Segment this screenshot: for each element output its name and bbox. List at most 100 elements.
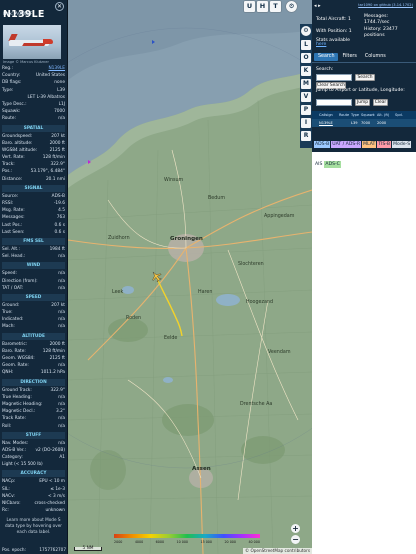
toolbar-button-m[interactable]: M (301, 79, 311, 89)
aircraft-photo[interactable] (3, 25, 61, 59)
detail-value: n/a (58, 416, 65, 422)
map-button-t[interactable]: T (270, 1, 281, 12)
detail-value: n/a (58, 423, 65, 429)
column-header[interactable]: Spd. (394, 113, 406, 117)
detail-key: Category: (2, 455, 23, 461)
aircraft-info-panel: N139LE ✕ Hex: A0909F Image © Marcus Klut… (0, 0, 68, 554)
stats-link[interactable]: here (316, 42, 326, 47)
detail-key: Mach: (2, 324, 15, 330)
toolbar-button-p[interactable]: P (301, 105, 311, 115)
zoom-in-button[interactable]: + (291, 524, 300, 533)
info-value: n/a (58, 116, 65, 122)
panel-toggle-icon[interactable]: ◂ ▸ (314, 3, 321, 9)
detail-row: Groundspeed: 207 kt (2, 133, 65, 140)
detail-row: Barometric: 2000 ft (2, 341, 65, 348)
detail-row: Ground Track: 322.9° (2, 387, 65, 394)
jump-label: Jump to Airport or Latitude, Longitude: (316, 88, 405, 93)
tab-filters[interactable]: Filters (338, 53, 360, 61)
source-legend: ADS-B UAT / ADS-R MLAT TIS-B Mode-S AIS ADS-C (314, 130, 414, 170)
detail-row: Geom. WGS84: 2125 ft (2, 355, 65, 362)
toolbar-button-k[interactable]: K (301, 66, 311, 76)
forest-patch (241, 436, 285, 464)
toolbar-button-l[interactable]: L (301, 40, 311, 50)
info-value: L1J (58, 101, 65, 107)
detail-row: SIL: ≤ 1e-3 (2, 486, 65, 493)
map-attribution[interactable]: © OpenStreetMap contributors (242, 548, 312, 554)
search-button[interactable]: Search (355, 74, 375, 81)
version-link[interactable]: tar1090 on github (3.14.1702) (358, 3, 413, 7)
forest-patch (108, 318, 148, 342)
search-input[interactable] (316, 74, 352, 81)
tab-divider (312, 62, 416, 63)
map-view[interactable]: U H T ⚙ Groningen Assen Winsum Bedum Lee… (68, 0, 312, 554)
zoom-out-button[interactable]: − (291, 535, 300, 544)
legend-tick: 2000 (114, 540, 123, 544)
layer-toolbar: ⚙ L O K M V P I R (300, 24, 312, 148)
tab-search[interactable]: Search (314, 53, 339, 61)
detail-row: Category: A1 (2, 454, 65, 461)
map-button-h[interactable]: H (257, 1, 268, 12)
detail-row: NICbaro: cross-checked (2, 500, 65, 507)
column-header[interactable]: Alt. (ft) (376, 113, 394, 117)
jump-input[interactable] (316, 99, 352, 106)
stats-and-search: ◂ ▸ tar1090 on github (3.14.1702) Total … (312, 0, 416, 168)
detail-key: NACp: (2, 479, 16, 485)
toolbar-button-r[interactable]: R (301, 131, 311, 141)
legend-tick: 40 000 (248, 540, 260, 544)
altitude-legend-labels: 2000 4000 6000 10 000 15 000 20 000 40 000 (114, 540, 260, 544)
source-badge: ADS-B (314, 141, 331, 148)
detail-value: ADS-B (51, 193, 65, 199)
epoch-value: 1757762707 (39, 547, 66, 552)
source-badge: MLAT (362, 141, 377, 148)
place-label: Bedum (208, 196, 225, 201)
gear-icon[interactable]: ⚙ (301, 26, 311, 36)
detail-row: Pos.: 53.179°, 6.484° (2, 168, 65, 175)
column-header[interactable]: Callsign (318, 113, 338, 117)
section-header: ALTITUDE (2, 332, 65, 340)
column-header[interactable]: Route (338, 113, 350, 117)
source-badge: TIS-B (377, 141, 392, 148)
detail-row: ADS-B Ver.: v2 (DO-260B) (2, 447, 65, 454)
altitude-legend (114, 534, 260, 538)
detail-value: n/a (58, 401, 65, 407)
detail-key: Light (< 15 500 lb) (2, 462, 43, 468)
detail-value: 1984 ft (49, 246, 65, 252)
info-row: Reg.: N139LE (2, 65, 65, 72)
detail-value: 128 ft/min (42, 348, 65, 354)
detail-key: Last Seen: (2, 229, 25, 235)
detail-key: QNH: (2, 370, 14, 376)
tab-columns[interactable]: Columns (361, 53, 390, 61)
with-position: With Position: 1 (316, 29, 352, 34)
detail-row: Sel. Head.: n/a (2, 253, 65, 260)
detail-row: True Heading: n/a (2, 394, 65, 401)
panel-tabs: Search Filters Columns (314, 53, 390, 61)
section-header: WIND (2, 262, 65, 270)
detail-key: Msg. Rate: (2, 208, 25, 214)
toolbar-button-v[interactable]: V (301, 92, 311, 102)
detail-key: Barometric: (2, 341, 28, 347)
settings-icon[interactable]: ⚙ (286, 1, 297, 12)
toolbar-button-i[interactable]: I (301, 118, 311, 128)
detail-key: Sel. Head.: (2, 254, 26, 260)
detail-value: 4.5 (58, 208, 65, 214)
clear-button[interactable]: Clear (373, 99, 388, 106)
map-button-u[interactable]: U (244, 1, 255, 12)
jump-button[interactable]: Jump (355, 99, 370, 106)
detail-row: Messages: 763 (2, 214, 65, 221)
detail-value: A1 (59, 455, 65, 461)
place-label: Hoogezand (246, 300, 274, 305)
column-header[interactable]: Squawk (360, 113, 376, 117)
detail-row: Roll: n/a (2, 423, 65, 430)
detail-row: RSSI: -19.6 (2, 200, 65, 207)
table-cell: N139LE (319, 121, 333, 125)
toolbar-button-o[interactable]: O (301, 53, 311, 63)
detail-key: Rc: (2, 508, 9, 514)
registration-link[interactable]: N139LE (48, 65, 65, 72)
table-cell: 2000 (377, 121, 387, 125)
close-icon[interactable]: ✕ (55, 2, 64, 11)
history-positions: positions (364, 33, 385, 38)
column-header[interactable]: Type (350, 113, 360, 117)
table-row[interactable]: N139LE L39 7000 2000 (312, 119, 416, 127)
map-canvas (68, 0, 312, 554)
scale-line: 5 NM (74, 546, 102, 551)
